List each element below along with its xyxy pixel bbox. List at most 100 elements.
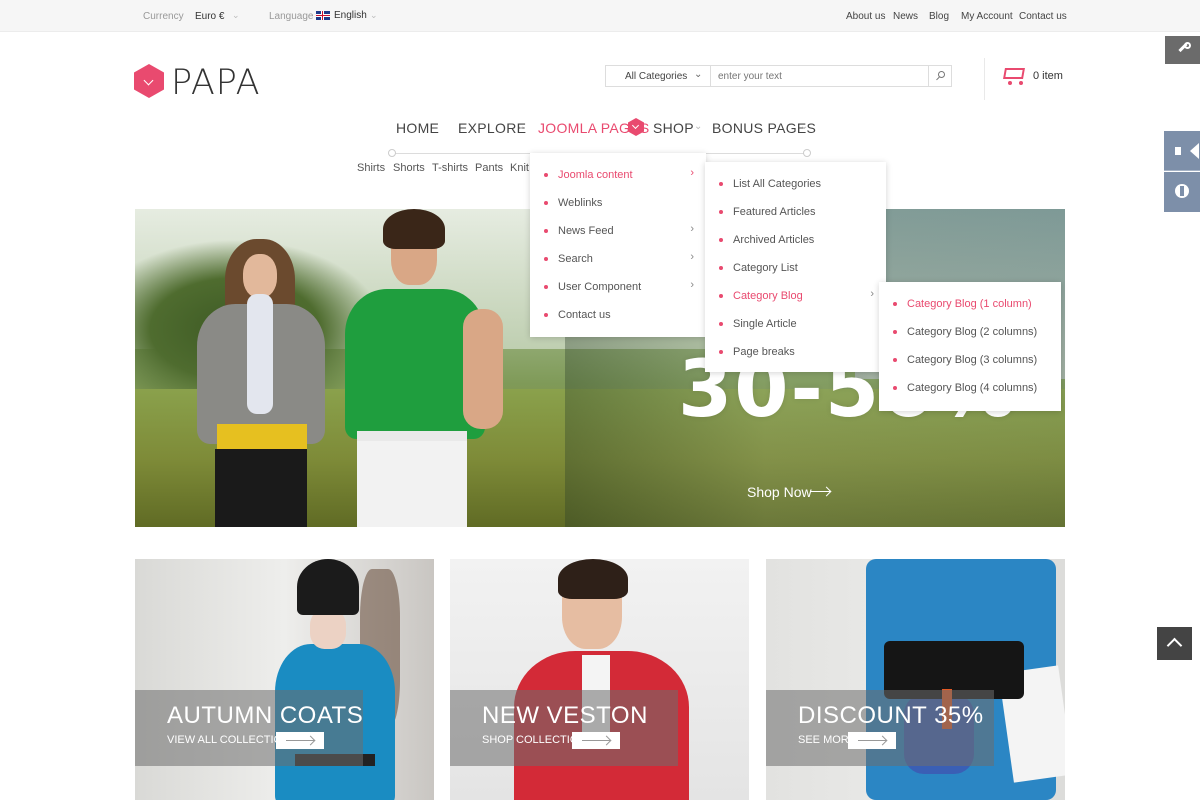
search-category-select[interactable]: All Categories ⌄ — [606, 66, 711, 86]
chevron-down-icon: ⌄ — [517, 121, 526, 132]
menu-item-label: Archived Articles — [733, 234, 815, 246]
search-input[interactable] — [714, 67, 924, 85]
menu-item-label: Contact us — [558, 309, 611, 321]
bullet-icon — [719, 266, 723, 270]
menu-item-archived-articles[interactable]: Archived Articles — [705, 227, 886, 255]
bullet-icon — [893, 330, 897, 334]
menu-item-list-all-categories[interactable]: List All Categories — [705, 171, 886, 199]
bullet-icon — [893, 302, 897, 306]
uk-flag-icon — [316, 11, 330, 20]
bullet-icon — [719, 238, 723, 242]
subnav-shorts[interactable]: Shorts — [393, 162, 425, 174]
menu-item-page-breaks[interactable]: Page breaks — [705, 339, 886, 367]
menu-item-label: News Feed — [558, 225, 614, 237]
chevron-right-icon: › — [870, 288, 874, 300]
subnav-t-shirts[interactable]: T-shirts — [432, 162, 468, 174]
menu-item-label: Joomla content — [558, 169, 633, 181]
menu-item-single-article[interactable]: Single Article — [705, 311, 886, 339]
tile-link[interactable]: VIEW ALL COLLECTION — [167, 734, 290, 746]
chevron-right-icon: › — [690, 279, 694, 291]
nav-home[interactable]: HOME — [396, 120, 439, 136]
menu-item-category-blog-4-columns[interactable]: Category Blog (4 columns) — [879, 375, 1061, 403]
bullet-icon — [719, 350, 723, 354]
bullet-icon — [719, 182, 723, 186]
chevron-right-icon: › — [690, 251, 694, 263]
shop-now-link[interactable]: Shop Now — [747, 484, 812, 500]
menu-item-weblinks[interactable]: Weblinks — [530, 190, 706, 218]
search-icon[interactable] — [928, 66, 952, 86]
tile-new-veston[interactable]: NEW VESTON SHOP COLLECTION — [450, 559, 749, 800]
cart-icon[interactable] — [1000, 66, 1026, 85]
nav-explore[interactable]: EXPLORE — [458, 120, 526, 136]
back-to-top-button[interactable] — [1157, 627, 1192, 660]
chevron-down-icon[interactable]: ⌄ — [232, 10, 240, 21]
tile-image-hair — [558, 559, 628, 599]
menu-item-featured-articles[interactable]: Featured Articles — [705, 199, 886, 227]
currency-selector[interactable]: Euro € — [195, 11, 224, 22]
menu-item-contact-us[interactable]: Contact us — [530, 302, 706, 330]
bullet-icon — [544, 173, 548, 177]
chevron-down-icon: ⌄ — [694, 69, 703, 80]
menu-item-category-blog[interactable]: Category Blog › — [705, 283, 886, 311]
toplink-contact-us[interactable]: Contact us — [1019, 11, 1067, 22]
language-selector[interactable]: English — [334, 10, 367, 21]
joomla-content-submenu: List All Categories Featured Articles Ar… — [705, 162, 886, 372]
arrow-right-icon[interactable] — [276, 732, 324, 749]
currency-label: Currency — [143, 11, 184, 22]
menu-item-category-list[interactable]: Category List — [705, 255, 886, 283]
model-man-belt — [357, 431, 467, 441]
menu-item-user-component[interactable]: User Component › — [530, 274, 706, 302]
menu-item-label: Weblinks — [558, 197, 603, 209]
menu-item-label: Category Blog — [733, 290, 803, 302]
nav-shop[interactable]: SHOP — [653, 120, 694, 136]
subnav-pants[interactable]: Pants — [475, 162, 503, 174]
bullet-icon — [544, 201, 548, 205]
chevron-down-icon: ⌄ — [694, 121, 703, 132]
tile-title: DISCOUNT 35% — [798, 702, 984, 729]
bullet-icon — [719, 210, 723, 214]
joomla-pages-dropdown: Joomla content › Weblinks News Feed › Sear… — [530, 153, 706, 337]
model-man-pants — [357, 439, 467, 527]
tile-autumn-coats[interactable]: AUTUMN COATS VIEW ALL COLLECTION — [135, 559, 434, 800]
logo-icon[interactable] — [134, 64, 164, 98]
subnav-shirts[interactable]: Shirts — [357, 162, 385, 174]
toplink-my-account[interactable]: My Account — [961, 11, 1013, 22]
menu-item-category-blog-1-column[interactable]: Category Blog (1 column) — [879, 291, 1061, 319]
megaphone-icon[interactable] — [1164, 131, 1200, 171]
toplink-about-us[interactable]: About us — [846, 11, 885, 22]
menu-item-label: Single Article — [733, 318, 797, 330]
bullet-icon — [893, 386, 897, 390]
search-box: All Categories ⌄ — [605, 65, 952, 87]
menu-item-category-blog-2-columns[interactable]: Category Blog (2 columns) — [879, 319, 1061, 347]
toplink-news[interactable]: News — [893, 11, 918, 22]
menu-item-search[interactable]: Search › — [530, 246, 706, 274]
model-woman-scarf — [247, 294, 273, 414]
chevron-down-icon[interactable]: ⌄ — [370, 10, 378, 21]
chevron-down-icon: ⌄ — [800, 121, 809, 132]
chevron-right-icon: › — [690, 167, 694, 179]
bullet-icon — [544, 313, 548, 317]
logo-text[interactable]: PAPA — [171, 63, 261, 103]
subnav-knit[interactable]: Knit — [510, 162, 529, 174]
arrow-right-icon[interactable] — [810, 491, 830, 492]
menu-item-label: Category Blog (4 columns) — [907, 382, 1038, 394]
subnav-dot — [388, 149, 396, 157]
menu-item-label: User Component — [558, 281, 642, 293]
tile-discount[interactable]: DISCOUNT 35% SEE MORE — [766, 559, 1065, 800]
menu-item-news-feed[interactable]: News Feed › — [530, 218, 706, 246]
header-divider — [984, 58, 985, 100]
info-icon[interactable] — [1164, 172, 1200, 212]
arrow-right-icon[interactable] — [848, 732, 896, 749]
model-man-arm — [463, 309, 503, 429]
toplink-blog[interactable]: Blog — [929, 11, 949, 22]
cart-count[interactable]: 0 item — [1033, 70, 1063, 82]
wrench-icon[interactable] — [1165, 36, 1200, 64]
tile-title: AUTUMN COATS — [167, 702, 364, 729]
top-bar: Currency Euro € ⌄ Language English ⌄ Abo… — [0, 0, 1200, 32]
tile-link[interactable]: SHOP COLLECTION — [482, 734, 586, 746]
menu-item-category-blog-3-columns[interactable]: Category Blog (3 columns) — [879, 347, 1061, 375]
arrow-right-icon[interactable] — [572, 732, 620, 749]
menu-item-joomla-content[interactable]: Joomla content › — [530, 162, 706, 190]
menu-item-label: Page breaks — [733, 346, 795, 358]
model-woman-face — [243, 254, 277, 298]
